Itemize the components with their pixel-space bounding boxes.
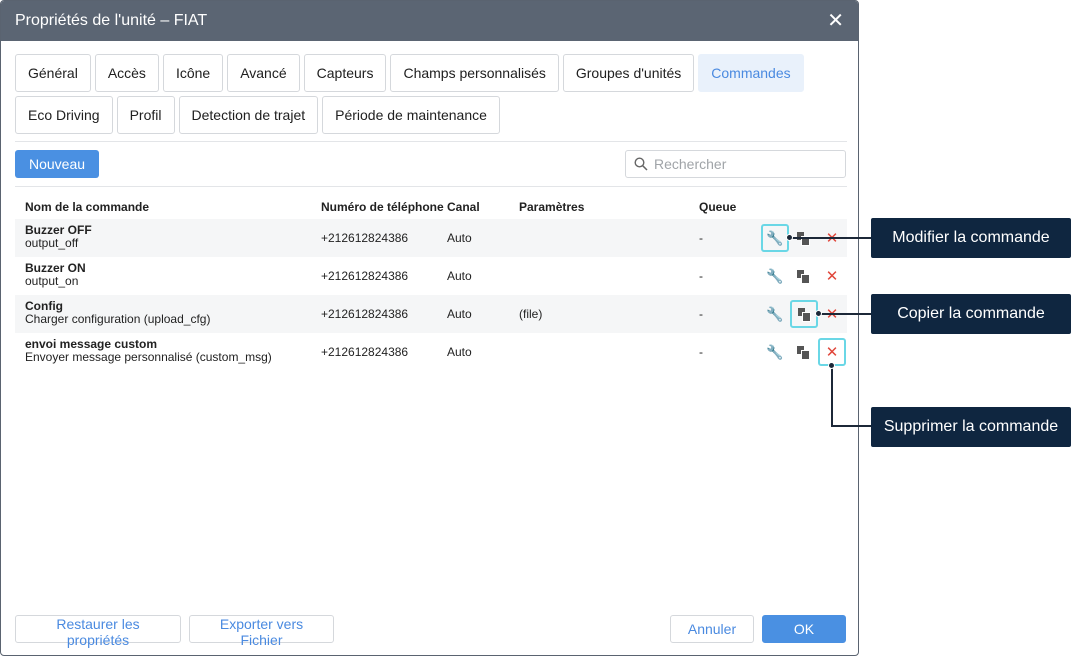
tab-general[interactable]: Général	[15, 54, 91, 92]
callout-copy: Copier la commande	[871, 294, 1071, 334]
wrench-icon: 🔧	[766, 305, 784, 322]
header-queue[interactable]: Queue	[699, 200, 736, 214]
callout-line	[831, 425, 871, 427]
delete-button[interactable]: ✕	[818, 262, 846, 290]
close-icon[interactable]: ✕	[827, 11, 844, 31]
channel-cell: Auto	[447, 307, 472, 321]
phone-cell: +212612824386	[321, 231, 409, 245]
divider	[15, 141, 847, 142]
tab-trip-detection[interactable]: Detection de trajet	[178, 96, 319, 134]
header-name[interactable]: Nom de la commande	[25, 200, 149, 214]
copy-icon	[798, 308, 811, 322]
queue-cell: -	[699, 231, 703, 245]
tab-bar: Général Accès Icône Avancé Capteurs Cham…	[15, 54, 847, 138]
cancel-button[interactable]: Annuler	[670, 615, 754, 643]
divider	[15, 186, 847, 187]
delete-icon: ✕	[825, 268, 839, 285]
copy-icon	[797, 346, 810, 360]
table-row[interactable]: envoi message custom Envoyer message per…	[15, 333, 847, 371]
channel-cell: Auto	[447, 345, 472, 359]
copy-button[interactable]	[789, 262, 817, 290]
edit-button[interactable]: 🔧	[761, 338, 789, 366]
table-row[interactable]: Buzzer ON output_on +212612824386 Auto -…	[15, 257, 847, 295]
tab-eco-driving[interactable]: Eco Driving	[15, 96, 113, 134]
unit-properties-dialog: Propriétés de l'unité – FIAT ✕ Général A…	[0, 0, 859, 656]
callout-line	[831, 366, 833, 427]
callout-delete: Supprimer la commande	[871, 407, 1071, 447]
params-cell: (file)	[519, 307, 543, 321]
wrench-icon: 🔧	[766, 267, 784, 284]
callout-dot	[828, 362, 835, 369]
tab-sensors[interactable]: Capteurs	[303, 54, 387, 92]
tab-commands[interactable]: Commandes	[698, 54, 804, 92]
tab-unit-groups[interactable]: Groupes d'unités	[562, 54, 695, 92]
channel-cell: Auto	[447, 231, 472, 245]
dialog-title: Propriétés de l'unité – FIAT	[15, 12, 208, 29]
restore-properties-button[interactable]: Restaurer les propriétés	[15, 615, 181, 648]
callout-edit: Modifier la commande	[871, 218, 1071, 258]
phone-cell: +212612824386	[321, 269, 409, 283]
callout-line	[818, 313, 871, 315]
search-input[interactable]	[654, 156, 834, 172]
edit-button[interactable]: 🔧	[761, 224, 789, 252]
table-row[interactable]: Buzzer OFF output_off +212612824386 Auto…	[15, 219, 847, 257]
queue-cell: -	[699, 307, 703, 321]
tab-maintenance[interactable]: Période de maintenance	[322, 96, 500, 134]
ok-button[interactable]: OK	[762, 615, 846, 643]
tab-icon[interactable]: Icône	[162, 54, 224, 92]
tab-profile[interactable]: Profil	[116, 96, 175, 134]
delete-icon: ✕	[825, 344, 839, 361]
tab-access[interactable]: Accès	[94, 54, 159, 92]
header-params[interactable]: Paramètres	[519, 200, 584, 214]
callout-dot	[815, 310, 822, 317]
phone-cell: +212612824386	[321, 345, 409, 359]
edit-button[interactable]: 🔧	[761, 300, 789, 328]
table-header: Nom de la commande Numéro de téléphone C…	[15, 197, 847, 217]
command-subtitle: Charger configuration (upload_cfg)	[25, 312, 211, 326]
search-icon	[634, 157, 648, 171]
table-row[interactable]: Config Charger configuration (upload_cfg…	[15, 295, 847, 333]
command-subtitle: output_on	[25, 274, 79, 288]
title-bar: Propriétés de l'unité – FIAT ✕	[1, 1, 858, 41]
copy-icon	[797, 270, 810, 284]
header-phone[interactable]: Numéro de téléphone	[321, 200, 444, 214]
header-channel[interactable]: Canal	[447, 200, 480, 214]
search-box[interactable]	[625, 150, 846, 178]
wrench-icon: 🔧	[766, 343, 784, 360]
phone-cell: +212612824386	[321, 307, 409, 321]
command-subtitle: output_off	[25, 236, 79, 250]
copy-button[interactable]	[789, 338, 817, 366]
tab-advanced[interactable]: Avancé	[227, 54, 300, 92]
command-subtitle: Envoyer message personnalisé (custom_msg…	[25, 350, 272, 364]
channel-cell: Auto	[447, 269, 472, 283]
export-to-file-button[interactable]: Exporter vers Fichier	[189, 615, 334, 648]
wrench-icon: 🔧	[766, 229, 784, 246]
copy-button[interactable]	[790, 300, 818, 328]
tab-custom-fields[interactable]: Champs personnalisés	[390, 54, 559, 92]
queue-cell: -	[699, 345, 703, 359]
queue-cell: -	[699, 269, 703, 283]
new-command-button[interactable]: Nouveau	[15, 150, 99, 178]
callout-dot	[786, 234, 793, 241]
edit-button[interactable]: 🔧	[761, 262, 789, 290]
callout-line	[790, 237, 871, 239]
